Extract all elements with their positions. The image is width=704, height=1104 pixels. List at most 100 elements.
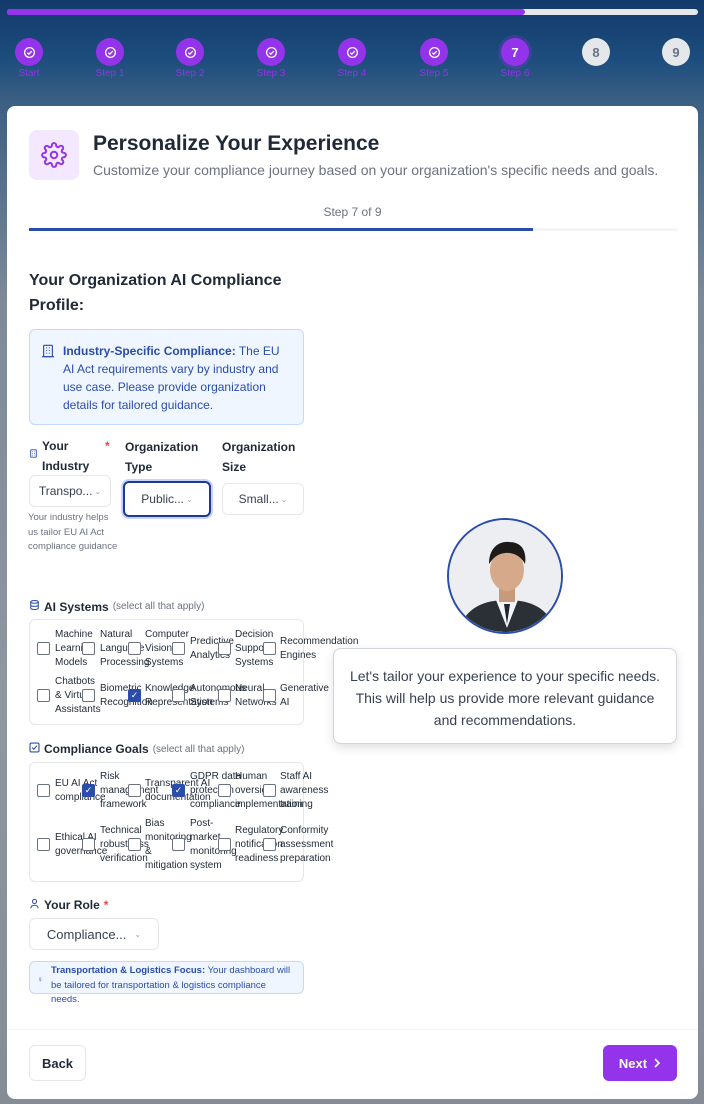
goal-checkbox-3[interactable] <box>128 784 141 797</box>
section-title: Your Organization AI Compliance Profile: <box>29 272 282 314</box>
ai-system-checkbox-9[interactable]: ✓ <box>128 689 141 702</box>
industry-info-box: Industry-Specific Compliance: The EU AI … <box>29 329 304 425</box>
step-indicator: Step 7 of 9 <box>323 205 382 219</box>
ai-system-checkbox-3[interactable] <box>128 642 141 655</box>
ai-system-checkbox-1[interactable] <box>37 642 50 655</box>
required-marker: * <box>105 439 110 453</box>
ai-systems-heading: AI Systems (select all that apply) <box>29 599 204 614</box>
step-label: Step 2 <box>175 68 205 79</box>
goal-option-label: Staff AI awareness training <box>280 771 329 810</box>
building-icon <box>29 444 38 464</box>
gear-icon <box>29 130 79 180</box>
overall-progress-fill <box>7 9 526 15</box>
overall-progress-bar <box>7 9 698 15</box>
ai-system-checkbox-7[interactable] <box>37 689 50 702</box>
ai-system-checkbox-2[interactable] <box>82 642 95 655</box>
ai-system-checkbox-6[interactable] <box>263 642 276 655</box>
step-label <box>646 68 704 80</box>
chevron-down-icon: ⌄ <box>94 486 102 496</box>
goal-checkbox-11[interactable] <box>218 838 231 851</box>
goal-checkbox-6[interactable] <box>263 784 276 797</box>
industry-helper-text: Your industry helps us tailor EU AI Act … <box>28 512 118 552</box>
goal-option-label: Conformity assessment preparation <box>280 825 334 864</box>
page-title: Personalize Your Experience <box>93 132 380 155</box>
step-label: Start <box>18 68 40 79</box>
ai-system-checkbox-5[interactable] <box>218 642 231 655</box>
check-circle-icon <box>176 38 204 66</box>
step-number: 7 <box>501 38 529 66</box>
chevron-right-icon <box>653 1056 661 1071</box>
goal-checkbox-4[interactable]: ✓ <box>172 784 185 797</box>
lightbulb-icon: ♀ <box>37 975 43 984</box>
check-circle-icon <box>257 38 285 66</box>
industry-select[interactable]: Transpo... ⌄ <box>29 475 111 507</box>
role-select[interactable]: Compliance... ⌄ <box>29 918 159 950</box>
goal-option-label: Technical robustness verification <box>100 825 149 864</box>
organization-size-select[interactable]: Small... ⌄ <box>222 483 304 515</box>
ai-system-checkbox-8[interactable] <box>82 689 95 702</box>
goal-checkbox-2[interactable]: ✓ <box>82 784 95 797</box>
step-3: Step 2 <box>160 38 220 80</box>
step-label: Step 3 <box>256 68 286 79</box>
industry-focus-note: ♀ Transportation & Logistics Focus: Your… <box>29 961 304 1005</box>
next-button[interactable]: Next <box>603 1045 677 1081</box>
step-4: Step 3 <box>241 38 301 80</box>
page-subtitle: Customize your compliance journey based … <box>93 162 659 178</box>
goal-checkbox-9[interactable] <box>128 838 141 851</box>
step-7: 7 Step 6 <box>485 38 545 80</box>
personalize-card: Personalize Your Experience Customize yo… <box>7 106 698 1099</box>
step-label: Step 4 <box>337 68 367 79</box>
goal-checkbox-8[interactable] <box>82 838 95 851</box>
check-circle-icon <box>15 38 43 66</box>
building-icon <box>41 344 55 363</box>
organization-type-label: Organization Type <box>125 440 199 474</box>
ai-system-checkbox-11[interactable] <box>218 689 231 702</box>
goal-checkbox-12[interactable] <box>263 838 276 851</box>
goal-checkbox-5[interactable] <box>218 784 231 797</box>
check-circle-icon <box>96 38 124 66</box>
chevron-down-icon: ⌄ <box>185 494 193 504</box>
step-progress-fill <box>29 228 534 231</box>
back-button[interactable]: Back <box>29 1045 86 1081</box>
ai-system-checkbox-12[interactable] <box>263 689 276 702</box>
ai-system-checkbox-10[interactable] <box>172 689 185 702</box>
chevron-down-icon: ⌄ <box>134 929 142 939</box>
info-heading: Industry-Specific Compliance: <box>63 344 236 358</box>
check-circle-icon <box>338 38 366 66</box>
step-number: 8 <box>582 38 610 66</box>
checkbox-icon <box>29 742 40 756</box>
step-progress-bar <box>29 228 677 231</box>
step-label: Step 5 <box>419 68 449 79</box>
database-icon <box>29 599 40 614</box>
step-2: Step 1 <box>80 38 140 80</box>
check-circle-icon <box>420 38 448 66</box>
assistant-avatar <box>447 518 563 634</box>
step-9: 9 <box>646 38 704 80</box>
chevron-down-icon: ⌄ <box>280 494 288 504</box>
goal-option-label: Regulatory notification readiness <box>235 825 284 864</box>
ai-system-option-label: Natural Language Processing <box>100 629 150 668</box>
goal-checkbox-10[interactable] <box>172 838 185 851</box>
step-8: 8 <box>566 38 626 80</box>
step-label <box>566 68 626 80</box>
goal-option-label: EU AI Act compliance <box>55 778 106 803</box>
step-5: Step 4 <box>322 38 382 80</box>
assistant-message: Let's tailor your experience to your spe… <box>333 648 677 744</box>
compliance-goals-heading: Compliance Goals (select all that apply) <box>29 742 244 756</box>
required-marker: * <box>103 898 109 912</box>
footer-divider <box>7 1029 698 1030</box>
organization-type-select[interactable]: Public... ⌄ <box>123 481 211 517</box>
step-6: Step 5 <box>404 38 464 80</box>
step-1: Start <box>0 38 59 80</box>
organization-size-label: Organization Size <box>222 440 296 474</box>
ai-system-option-label: Generative AI <box>280 683 329 708</box>
user-icon <box>29 898 40 912</box>
step-label: Step 6 <box>500 68 530 79</box>
goal-option-label: GDPR data protection compliance <box>190 771 242 810</box>
ai-system-checkbox-4[interactable] <box>172 642 185 655</box>
goal-checkbox-7[interactable] <box>37 838 50 851</box>
goal-checkbox-1[interactable] <box>37 784 50 797</box>
role-label: Your Role * <box>29 898 108 912</box>
step-label: Step 1 <box>95 68 125 79</box>
step-number: 9 <box>662 38 690 66</box>
